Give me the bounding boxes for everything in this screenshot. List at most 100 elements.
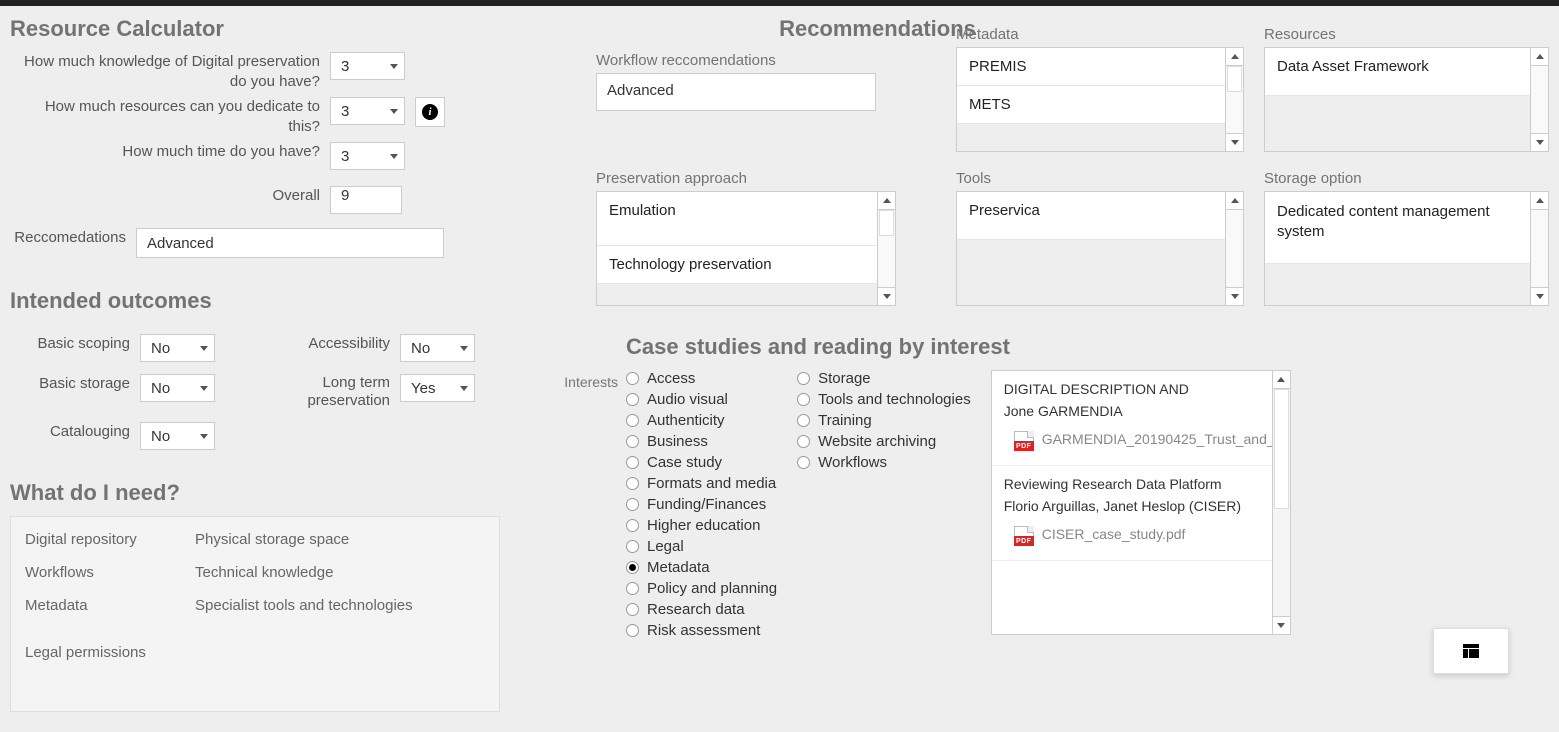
case-study-file[interactable]: PDFCISER_case_study.pdf <box>1004 522 1260 554</box>
interest-option[interactable]: Formats and media <box>626 475 777 492</box>
chevron-down-icon <box>1536 140 1544 145</box>
pdf-icon: PDF <box>1014 431 1034 451</box>
cataloguing-select[interactable]: No <box>140 422 215 450</box>
interest-option-label: Tools and technologies <box>818 391 971 408</box>
scroll-down-button[interactable] <box>1531 287 1548 305</box>
interest-option-label: Workflows <box>818 454 887 471</box>
chevron-up-icon <box>1231 198 1239 203</box>
radio-icon <box>626 477 639 490</box>
storage-listbox[interactable]: Dedicated content management system <box>1264 191 1549 306</box>
scroll-up-button[interactable] <box>878 192 895 210</box>
radio-icon <box>797 414 810 427</box>
list-item[interactable]: METS <box>957 86 1225 124</box>
scroll-down-button[interactable] <box>1226 287 1243 305</box>
approach-listbox[interactable]: Emulation Technology preservation <box>596 191 896 306</box>
interest-option[interactable]: Legal <box>626 538 777 555</box>
chevron-down-icon <box>200 434 208 439</box>
list-item[interactable]: Data Asset Framework <box>1265 48 1530 96</box>
case-study-filename: CISER_case_study.pdf <box>1042 526 1186 544</box>
scrollbar-thumb[interactable] <box>879 210 894 236</box>
resources-select[interactable]: 3 <box>330 97 405 125</box>
list-item[interactable]: Technology preservation <box>597 246 877 284</box>
case-study-listbox[interactable]: DIGITAL DESCRIPTION ANDJone GARMENDIAPDF… <box>991 370 1291 635</box>
basic-storage-label: Basic storage <box>10 374 140 394</box>
scrollbar-track[interactable] <box>1531 210 1548 287</box>
basic-scoping-select[interactable]: No <box>140 334 215 362</box>
knowledge-value: 3 <box>341 58 349 75</box>
radio-icon <box>626 498 639 511</box>
scrollbar-thumb[interactable] <box>1227 66 1242 92</box>
time-select[interactable]: 3 <box>330 142 405 170</box>
knowledge-select[interactable]: 3 <box>330 52 405 80</box>
interest-option[interactable]: Access <box>626 370 777 387</box>
scrollbar-track[interactable] <box>1273 389 1290 616</box>
case-study-entry[interactable]: Reviewing Research Data PlatformFlorio A… <box>992 466 1272 561</box>
resources-listbox[interactable]: Data Asset Framework <box>1264 47 1549 152</box>
longterm-select[interactable]: Yes <box>400 374 475 402</box>
basic-scoping-value: No <box>151 340 170 357</box>
scroll-up-button[interactable] <box>1531 48 1548 66</box>
interest-option[interactable]: Funding/Finances <box>626 496 777 513</box>
basic-storage-select[interactable]: No <box>140 374 215 402</box>
longterm-value: Yes <box>411 380 435 397</box>
case-study-file[interactable]: PDFGARMENDIA_20190425_Trust_and_Understa… <box>1004 427 1260 459</box>
metadata-label: Metadata <box>956 26 1244 43</box>
workflow-rec-label: Workflow reccomendations <box>596 52 896 69</box>
chevron-down-icon <box>460 346 468 351</box>
list-item[interactable]: Emulation <box>597 192 877 246</box>
cataloguing-value: No <box>151 428 170 445</box>
interest-option[interactable]: Research data <box>626 601 777 618</box>
list-item[interactable]: Dedicated content management system <box>1265 192 1530 264</box>
interest-option-label: Authenticity <box>647 412 725 429</box>
interest-option[interactable]: Audio visual <box>626 391 777 408</box>
info-button[interactable]: i <box>415 97 445 127</box>
chevron-up-icon <box>1536 198 1544 203</box>
accessibility-select[interactable]: No <box>400 334 475 362</box>
scrollbar-thumb[interactable] <box>1274 389 1289 509</box>
case-study-title: Reviewing Research Data Platform <box>1004 476 1260 492</box>
tools-listbox[interactable]: Preservica <box>956 191 1244 306</box>
interest-option-label: Risk assessment <box>647 622 760 639</box>
interest-option[interactable]: Training <box>797 412 971 429</box>
overall-label: Overall <box>10 186 330 206</box>
interest-option[interactable]: Authenticity <box>626 412 777 429</box>
radio-icon <box>797 393 810 406</box>
interest-option[interactable]: Case study <box>626 454 777 471</box>
layout-toggle-button[interactable] <box>1433 628 1509 674</box>
scroll-up-button[interactable] <box>1226 48 1243 66</box>
storage-label: Storage option <box>1264 170 1549 187</box>
interest-option[interactable]: Website archiving <box>797 433 971 450</box>
basic-storage-value: No <box>151 380 170 397</box>
interest-option[interactable]: Workflows <box>797 454 971 471</box>
interest-option-label: Policy and planning <box>647 580 777 597</box>
interest-option[interactable]: Metadata <box>626 559 777 576</box>
scroll-down-button[interactable] <box>1531 133 1548 151</box>
what-do-i-need-heading: What do I need? <box>10 480 506 506</box>
resources-label: How much resources can you dedicate to t… <box>10 97 330 136</box>
scroll-down-button[interactable] <box>1273 616 1290 634</box>
list-item[interactable]: PREMIS <box>957 48 1225 86</box>
scrollbar-track[interactable] <box>1531 66 1548 133</box>
chevron-up-icon <box>1231 54 1239 59</box>
interest-option[interactable]: Policy and planning <box>626 580 777 597</box>
metadata-listbox[interactable]: PREMIS METS <box>956 47 1244 152</box>
interest-option[interactable]: Business <box>626 433 777 450</box>
scrollbar-track[interactable] <box>1226 210 1243 287</box>
scrollbar-track[interactable] <box>1226 66 1243 133</box>
interest-option[interactable]: Tools and technologies <box>797 391 971 408</box>
scroll-up-button[interactable] <box>1273 371 1290 389</box>
interest-option[interactable]: Higher education <box>626 517 777 534</box>
case-study-entry[interactable]: DIGITAL DESCRIPTION ANDJone GARMENDIAPDF… <box>992 371 1272 466</box>
radio-icon <box>626 372 639 385</box>
chevron-down-icon <box>1231 140 1239 145</box>
scroll-up-button[interactable] <box>1226 192 1243 210</box>
interest-option[interactable]: Risk assessment <box>626 622 777 639</box>
chevron-down-icon <box>1231 294 1239 299</box>
scroll-down-button[interactable] <box>1226 133 1243 151</box>
scrollbar-track[interactable] <box>878 210 895 287</box>
list-item[interactable]: Preservica <box>957 192 1225 240</box>
recommendation-output: Advanced <box>136 228 444 258</box>
scroll-down-button[interactable] <box>878 287 895 305</box>
interest-option[interactable]: Storage <box>797 370 971 387</box>
scroll-up-button[interactable] <box>1531 192 1548 210</box>
